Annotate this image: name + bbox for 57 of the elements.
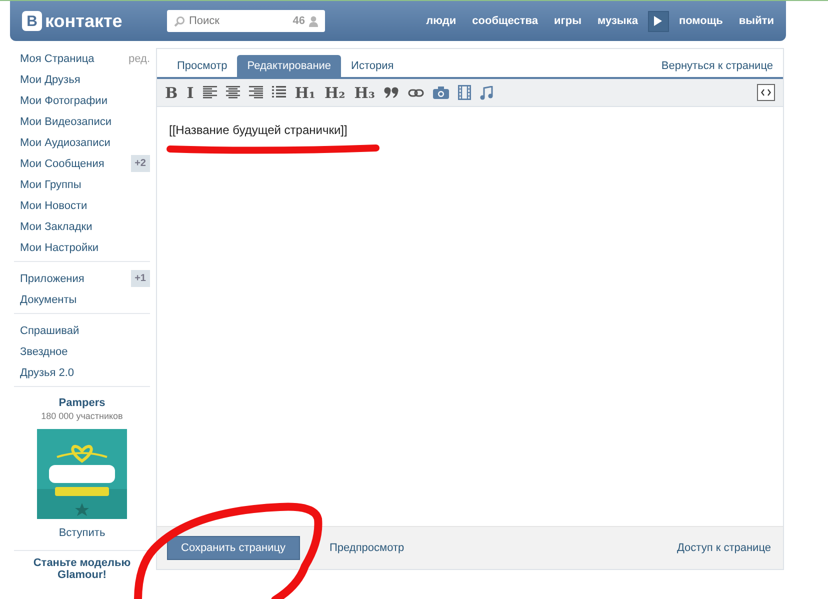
sidebar-item[interactable]: Мои Сообщения [20, 158, 104, 170]
music-note-icon[interactable] [480, 86, 493, 100]
nav-link[interactable]: помощь [678, 15, 723, 27]
align-center-icon[interactable] [226, 86, 240, 99]
quote-icon[interactable] [384, 87, 399, 98]
format-button[interactable]: I [186, 84, 194, 102]
format-button[interactable]: H₁ [294, 84, 316, 102]
sidebar-item[interactable]: Приложения [20, 272, 84, 284]
nav-link[interactable]: люди [426, 15, 456, 27]
logo-mark[interactable]: В [22, 11, 42, 31]
nav-link[interactable]: выйти [738, 15, 774, 27]
person-icon [309, 16, 318, 27]
list-icon[interactable] [272, 86, 286, 99]
sidebar-item[interactable]: Мои Группы [20, 178, 82, 190]
tab[interactable]: История [341, 55, 404, 77]
save-button[interactable]: Сохранить страницу [167, 536, 300, 560]
online-count: 46 [292, 15, 305, 27]
join-link[interactable]: Вступить [58, 527, 106, 539]
promo-link[interactable]: Станьте моделью Glamour! [14, 557, 150, 581]
sidebar-item[interactable]: Звездное [20, 346, 68, 358]
nav-link[interactable]: сообщества [472, 15, 538, 27]
sidebar-item[interactable]: Мои Настройки [20, 242, 99, 254]
sidebar-item[interactable]: Моя Страница [20, 52, 94, 64]
camera-icon[interactable] [432, 86, 449, 99]
format-button[interactable]: H₂ [324, 84, 346, 102]
format-button[interactable]: H₃ [354, 84, 375, 102]
logo-text[interactable]: контакте [45, 10, 122, 32]
play-icon [654, 16, 662, 26]
code-icon [761, 89, 771, 96]
editor-text: [[Название будущей странички]] [169, 123, 348, 137]
link-icon[interactable] [408, 88, 424, 96]
tab[interactable]: Просмотр [167, 55, 238, 77]
sidebar-item[interactable]: Мои Новости [20, 200, 88, 212]
preview-link[interactable]: Предпросмотр [330, 542, 404, 554]
sidebar-item[interactable]: Мои Аудиозаписи [20, 136, 110, 148]
nav-link[interactable]: игры [554, 15, 582, 27]
sidebar-item[interactable]: Мои Фотографии [20, 94, 108, 106]
tab[interactable]: Редактирование [237, 55, 342, 77]
ad-title[interactable]: Pampers [58, 397, 106, 409]
count-badge: +2 [130, 155, 150, 172]
back-link[interactable]: Вернуться к странице [655, 55, 779, 77]
format-button[interactable]: B [165, 84, 178, 102]
sidebar-item[interactable]: Друзья 2.0 [20, 366, 74, 378]
sidebar-item[interactable]: Мои Видеозаписи [20, 116, 112, 128]
sidebar-item[interactable]: Мои Закладки [20, 220, 92, 232]
sidebar-item[interactable]: Мои Друзья [20, 74, 80, 86]
code-view-button[interactable] [757, 84, 775, 101]
sidebar-item[interactable]: Документы [20, 294, 77, 306]
align-right-icon[interactable] [248, 86, 263, 99]
film-icon[interactable] [458, 85, 471, 100]
sidebar-item[interactable]: Спрашивай [20, 324, 80, 336]
count-badge: +1 [130, 270, 150, 287]
access-link[interactable]: Доступ к странице [676, 542, 771, 554]
play-button[interactable] [648, 10, 669, 32]
member-count: 180 000 участников [41, 411, 123, 421]
nav-link[interactable]: музыка [597, 15, 638, 27]
align-left-icon[interactable] [202, 86, 217, 99]
